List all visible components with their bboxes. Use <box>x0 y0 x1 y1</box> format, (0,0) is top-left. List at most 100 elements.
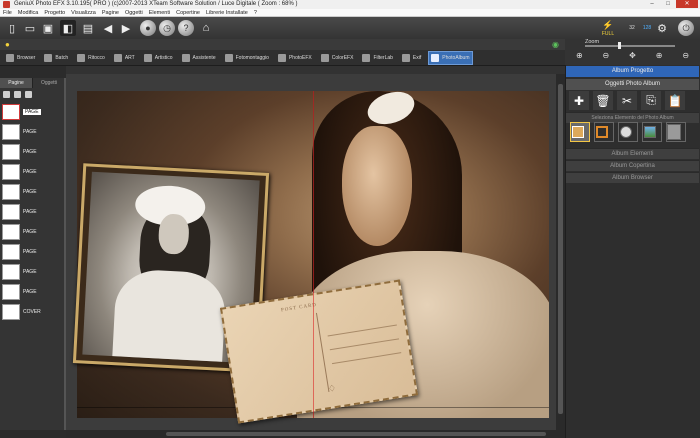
page-item[interactable]: PAGE <box>2 202 42 222</box>
art-icon <box>113 53 122 62</box>
menu-librerie[interactable]: Librerie Installate <box>206 9 248 16</box>
save-icon[interactable]: ▣ <box>40 20 56 36</box>
tool-fotomontaggio[interactable]: Fotomontaggio <box>223 51 271 65</box>
page-item[interactable]: PAGE <box>2 282 42 302</box>
zoom-in-icon[interactable]: ⊕ <box>576 51 583 60</box>
zoom-fit-icon[interactable]: ✥ <box>629 51 636 60</box>
photo-frame-element-icon[interactable] <box>570 122 590 142</box>
page-item[interactable]: PAGE <box>2 162 42 182</box>
copy-object-icon[interactable]: ⎘ <box>641 91 661 110</box>
top-ruler <box>66 66 565 74</box>
settings-icon[interactable]: ⚙ <box>654 20 670 36</box>
horizontal-scrollbar[interactable] <box>66 430 565 438</box>
vertical-scroll-thumb[interactable] <box>558 84 563 414</box>
pages-panel: Pagine Oggetti PAGE PAGE PAGE PAGE PAGE … <box>0 78 66 430</box>
zoom-actual-icon[interactable]: ⊕ <box>656 51 663 60</box>
clock-icon[interactable]: ◷ <box>159 20 175 36</box>
sun-icon <box>77 53 86 62</box>
zoom-out-icon[interactable]: ⊖ <box>603 51 610 60</box>
tab-pagine[interactable]: Pagine <box>0 78 33 88</box>
cut-object-icon[interactable]: ✂ <box>617 91 637 110</box>
menu-oggetti[interactable]: Oggetti <box>125 9 143 16</box>
album-browser-header[interactable]: Album Browser <box>566 172 699 183</box>
page-item[interactable]: PAGE <box>2 102 42 122</box>
menu-elementi[interactable]: Elementi <box>149 9 170 16</box>
add-object-icon[interactable]: ✚ <box>569 91 589 110</box>
album-elementi-header[interactable]: Album Elementi <box>566 148 699 159</box>
album-progetto-header[interactable]: Album Progetto <box>566 66 699 77</box>
color-wheel-icon[interactable]: ● <box>140 20 156 36</box>
flask-icon <box>362 53 371 62</box>
cover-item[interactable]: COVER <box>2 302 42 322</box>
framed-photo-dress <box>111 268 227 364</box>
picture-element-icon[interactable] <box>642 122 662 142</box>
tool-art[interactable]: ART <box>112 51 137 65</box>
album-copertina-header[interactable]: Album Copertina <box>566 160 699 171</box>
menu-file[interactable]: File <box>3 9 12 16</box>
tool-ritocco[interactable]: Ritocco <box>75 51 107 65</box>
tool-colorefx[interactable]: ColorEFX <box>319 51 356 65</box>
print-icon[interactable]: ▤ <box>80 20 96 36</box>
page-tools <box>3 91 36 98</box>
page-item[interactable]: PAGE <box>2 122 42 142</box>
minimize-button[interactable]: – <box>644 0 660 8</box>
menu-progetto[interactable]: Progetto <box>44 9 65 16</box>
page-item[interactable]: PAGE <box>2 222 42 242</box>
page-item[interactable]: PAGE <box>2 182 42 202</box>
horizontal-scroll-thumb[interactable] <box>166 432 546 436</box>
zoom-slider[interactable] <box>585 45 675 47</box>
lightbulb-icon[interactable]: ● <box>5 40 10 49</box>
menu-copertine[interactable]: Copertine <box>176 9 200 16</box>
power-icon[interactable]: ⏻ <box>678 20 694 36</box>
page-thumbnail <box>2 164 20 180</box>
window-title: GeniuX Photo EFX 3.10.195( PRO ) (c)2007… <box>14 1 298 7</box>
postcard-address-line <box>327 324 397 337</box>
info-icon[interactable]: ? <box>178 20 194 36</box>
delete-page-icon[interactable] <box>25 91 32 98</box>
page-item[interactable]: PAGE <box>2 262 42 282</box>
tool-filterlab[interactable]: FilterLab <box>360 51 394 65</box>
refresh-icon[interactable]: ◉ <box>552 40 559 49</box>
menu-modifica[interactable]: Modifica <box>18 9 38 16</box>
duplicate-page-icon[interactable] <box>14 91 21 98</box>
tool-exif[interactable]: Exif <box>400 51 423 65</box>
frame-element-icon[interactable] <box>594 122 614 142</box>
mask-element-icon[interactable] <box>618 122 638 142</box>
tool-assistente[interactable]: Assistente <box>180 51 218 65</box>
page-item[interactable]: PAGE <box>2 142 42 162</box>
maximize-button[interactable]: □ <box>660 0 676 8</box>
menu-help[interactable]: ? <box>254 9 257 16</box>
paste-object-icon[interactable]: 📋 <box>665 91 685 110</box>
close-button[interactable]: ✕ <box>676 0 698 8</box>
graduation-cap-icon[interactable]: ⌂ <box>198 20 214 36</box>
tool-artistico[interactable]: Artistico <box>142 51 175 65</box>
open-folder-icon[interactable]: ▭ <box>22 20 38 36</box>
zoom-minimize-icon[interactable]: ⊖ <box>682 51 689 60</box>
bit-128-badge[interactable]: 128 <box>640 18 654 38</box>
lightning-icon: ⚡ <box>602 19 614 30</box>
bit-32-badge[interactable]: 32 <box>624 18 640 38</box>
picture-swatch <box>644 126 656 138</box>
tool-batch[interactable]: Batch <box>42 51 70 65</box>
tool-photoalbum[interactable]: PhotoAlbum <box>428 50 473 65</box>
tool-browser[interactable]: Browser <box>4 51 37 65</box>
redo-icon[interactable]: ▶ <box>118 20 134 36</box>
page-item[interactable]: PAGE <box>2 242 42 262</box>
secondary-toolbar: ● ◉ <box>0 39 565 50</box>
app-icon <box>3 1 10 8</box>
new-document-icon[interactable]: ▯ <box>4 20 20 36</box>
oggetti-photo-album-header[interactable]: Oggetti Photo Album <box>566 79 699 90</box>
menu-visualizza[interactable]: Visualizza <box>71 9 96 16</box>
add-page-icon[interactable] <box>3 91 10 98</box>
save-as-icon[interactable]: ◧ <box>60 20 76 36</box>
menu-pagine[interactable]: Pagine <box>102 9 119 16</box>
undo-icon[interactable]: ◀ <box>100 20 116 36</box>
tab-oggetti[interactable]: Oggetti <box>33 78 66 88</box>
full-version-badge[interactable]: ⚡ FULL <box>596 18 620 38</box>
zoom-slider-knob[interactable] <box>618 42 621 49</box>
background-photo-face <box>342 126 412 246</box>
vertical-scrollbar[interactable] <box>556 74 565 430</box>
background-element-icon[interactable] <box>666 122 686 142</box>
delete-object-icon[interactable]: 🗑 <box>593 91 613 110</box>
tool-photoefx[interactable]: PhotoEFX <box>276 51 314 65</box>
